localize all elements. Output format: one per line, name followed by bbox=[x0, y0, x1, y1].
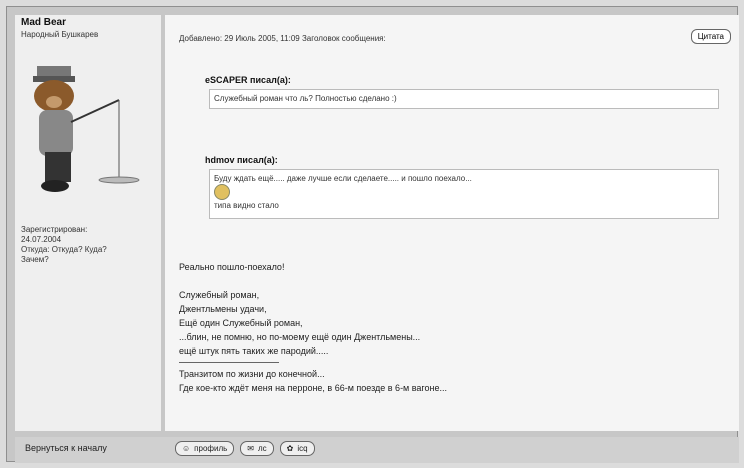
post-footer: Вернуться к началу ☺ профиль ✉ лс ✿ icq bbox=[15, 437, 739, 463]
mail-icon: ✉ bbox=[247, 444, 254, 453]
quote-button[interactable]: Цитата bbox=[690, 29, 731, 44]
author-info: Зарегистрирован: 24.07.2004 Откуда: Отку… bbox=[21, 225, 107, 264]
quote-author: eSCAPER писал(а): bbox=[205, 75, 291, 85]
profile-button[interactable]: ☺ профиль bbox=[175, 441, 235, 456]
quote-box: Служебный роман что ль? Полностью сделан… bbox=[209, 89, 719, 109]
author-name[interactable]: Mad Bear bbox=[21, 17, 66, 28]
avatar bbox=[27, 60, 155, 200]
smiley-icon bbox=[214, 184, 230, 200]
signature-line: Транзитом по жизни до конечной... bbox=[179, 369, 325, 379]
post-body: Реально пошло-поехало! Служебный роман, … bbox=[179, 260, 679, 395]
quote-box: Буду ждать ещё..... даже лучше если сдел… bbox=[209, 169, 719, 219]
quote-author: hdmov писал(а): bbox=[205, 155, 278, 165]
post-content: Добавлено: 29 Июль 2005, 11:09 Заголовок… bbox=[165, 15, 739, 431]
signature-divider bbox=[179, 362, 279, 363]
signature-line: Где кое-кто ждёт меня на перроне, в 66-м… bbox=[179, 383, 448, 393]
back-to-top-link[interactable]: Вернуться к началу bbox=[25, 443, 107, 453]
flower-icon: ✿ bbox=[286, 444, 294, 453]
icq-button[interactable]: ✿ icq bbox=[279, 441, 315, 456]
profile-icon: ☺ bbox=[182, 444, 191, 453]
post-meta: Добавлено: 29 Июль 2005, 11:09 Заголовок… bbox=[179, 34, 386, 43]
author-rank: Народный Бушкарев bbox=[21, 30, 99, 39]
pm-button[interactable]: ✉ лс bbox=[240, 441, 274, 456]
forum-post-frame: Mad Bear Народный Бушкарев Зарегистриров… bbox=[6, 6, 739, 463]
author-sidebar: Mad Bear Народный Бушкарев Зарегистриров… bbox=[15, 15, 161, 431]
